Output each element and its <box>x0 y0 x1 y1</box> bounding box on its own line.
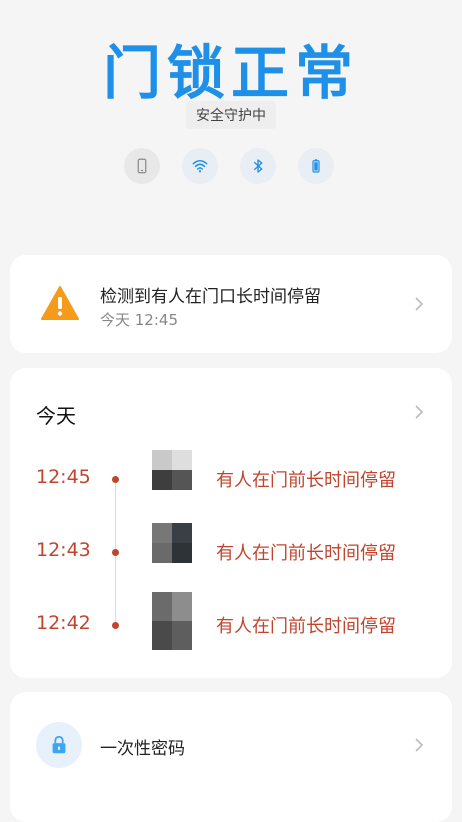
event-thumbnail[interactable] <box>152 523 192 563</box>
battery-icon[interactable] <box>298 148 334 184</box>
security-subtitle: 安全守护中 <box>186 101 276 129</box>
timeline-dot <box>112 622 119 629</box>
otp-card[interactable]: 一次性密码 <box>10 692 452 822</box>
timeline-dot <box>112 549 119 556</box>
event-time: 12:45 <box>36 466 91 488</box>
today-title: 今天 <box>36 404 76 428</box>
event-thumbnail[interactable] <box>152 592 192 650</box>
event-time: 12:43 <box>36 539 91 561</box>
status-icons-row <box>124 148 334 184</box>
chevron-right-icon[interactable] <box>414 296 424 312</box>
event-description: 有人在门前长时间停留 <box>216 543 396 564</box>
alert-title: 检测到有人在门口长时间停留 <box>100 287 321 307</box>
timeline-event[interactable]: 12:43 有人在门前长时间停留 <box>10 523 452 571</box>
event-description: 有人在门前长时间停留 <box>216 470 396 491</box>
timeline-event[interactable]: 12:45 有人在门前长时间停留 <box>10 450 452 498</box>
timeline-event[interactable]: 12:42 有人在门前长时间停留 <box>10 592 452 650</box>
header: 门锁正常 安全守护中 <box>0 0 462 250</box>
event-description: 有人在门前长时间停留 <box>216 616 396 637</box>
otp-label: 一次性密码 <box>100 739 185 759</box>
alert-card[interactable]: 检测到有人在门口长时间停留 今天 12:45 <box>10 255 452 353</box>
bluetooth-icon[interactable] <box>240 148 276 184</box>
chevron-right-icon[interactable] <box>414 737 424 753</box>
warning-icon <box>41 286 79 320</box>
event-time: 12:42 <box>36 612 91 634</box>
wifi-icon[interactable] <box>182 148 218 184</box>
lock-status-title: 门锁正常 <box>102 39 359 107</box>
event-thumbnail[interactable] <box>152 450 192 490</box>
lock-icon <box>36 722 82 768</box>
phone-icon[interactable] <box>124 148 160 184</box>
today-card: 今天 12:45 有人在门前长时间停留 12:43 有人在门前长时间停留 12:… <box>10 368 452 678</box>
alert-time: 今天 12:45 <box>100 311 178 329</box>
timeline-dot <box>112 476 119 483</box>
chevron-right-icon[interactable] <box>414 404 424 420</box>
